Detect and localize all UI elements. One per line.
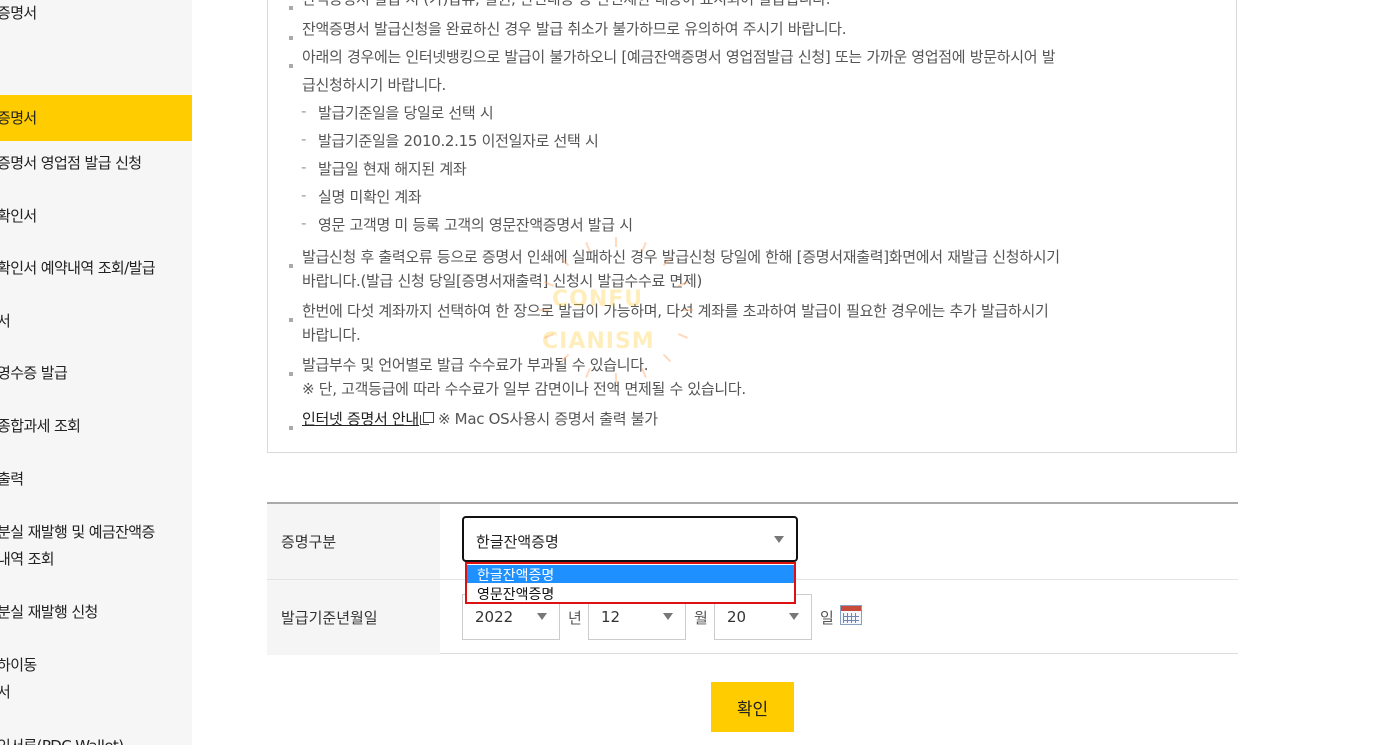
sidebar-item[interactable]: 종합과세 조회 — [0, 413, 192, 440]
bullet-icon — [289, 426, 293, 430]
sidebar-item[interactable]: 인서류(PDC Wallet) — [0, 733, 192, 745]
option-label: 영문잔액증명 — [477, 587, 555, 603]
sidebar-item[interactable]: 하이동서 — [0, 652, 192, 706]
date-header: 발급기준년월일 — [267, 580, 440, 655]
year-unit: 년 — [568, 609, 582, 627]
notice-text: 발급부수 및 언어별로 발급 수수료가 부과될 수 있습니다. — [302, 356, 649, 374]
chevron-down-icon — [789, 613, 799, 620]
notice-text: 잔액증명서 발급 시 (가)압류, 질권, 관련내용 등 관련제한 내용이 표시… — [302, 0, 831, 9]
sidebar-item[interactable]: 증명서 영업점 발급 신청 — [0, 150, 192, 177]
sidebar: 증명서 증명서 증명서 영업점 발급 신청 확인서 확인서 예약내역 조회/발급 서 영수증… — [0, 0, 192, 745]
guide-line: 인터넷 증명서 안내 ※ Mac OS사용시 증명서 출력 불가 — [302, 408, 658, 429]
dash-marker: - — [301, 186, 307, 204]
sidebar-item-label: 출력 — [0, 470, 24, 488]
sidebar-item-label: 서 — [0, 683, 11, 701]
mac-os-note: ※ Mac OS사용시 증명서 출력 불가 — [437, 410, 658, 428]
option-english-balance[interactable]: 영문잔액증명 — [467, 584, 794, 603]
day-value: 20 — [727, 608, 747, 626]
dash-marker: - — [301, 214, 307, 232]
notice-text: 바랍니다.(발급 신청 당일[증명서재출력] 신청시 발급수수료 면제) — [302, 272, 703, 290]
sidebar-item-label: 서 — [0, 312, 11, 330]
sidebar-item-label: 증명서 — [0, 4, 37, 22]
date-label: 발급기준년월일 — [281, 609, 378, 627]
notice-text: 발급기준일을 당일로 선택 시 — [318, 104, 494, 122]
sidebar-item[interactable]: 확인서 예약내역 조회/발급 — [0, 255, 192, 282]
option-label: 한글잔액증명 — [477, 568, 555, 584]
cert-type-select[interactable]: 한글잔액증명 — [462, 516, 798, 562]
calendar-icon[interactable] — [840, 605, 862, 625]
sidebar-item-label: 내역 조회 — [0, 550, 55, 568]
sidebar-item-label: 증명서 — [0, 109, 37, 127]
bullet-icon — [289, 6, 293, 10]
year-value: 2022 — [475, 608, 514, 626]
cert-type-label: 증명구분 — [281, 533, 337, 551]
sidebar-item[interactable]: 분실 재발행 및 예금잔액증내역 조회 — [0, 519, 192, 573]
sidebar-item[interactable]: 분실 재발행 신청 — [0, 599, 192, 626]
bullet-icon — [289, 264, 293, 268]
sidebar-item[interactable]: 증명서 — [0, 95, 192, 141]
sidebar-item-label: 하이동 — [0, 656, 37, 674]
dash-marker: - — [301, 102, 307, 120]
new-window-icon[interactable] — [419, 412, 434, 425]
notice-text: 급신청하시기 바랍니다. — [302, 76, 446, 94]
notice-text: 잔액증명서 발급신청을 완료하신 경우 발급 취소가 불가하므로 유의하여 주시… — [302, 20, 847, 38]
sidebar-item-label: 분실 재발행 및 예금잔액증 — [0, 523, 155, 541]
month-unit: 월 — [694, 609, 708, 627]
option-korean-balance[interactable]: 한글잔액증명 — [467, 565, 794, 584]
cert-type-value: 한글잔액증명 — [476, 533, 559, 551]
notice-text: 실명 미확인 계좌 — [318, 188, 422, 206]
sidebar-item[interactable]: 영수증 발급 — [0, 360, 192, 387]
sidebar-item-label: 영수증 발급 — [0, 364, 68, 382]
notice-text: 영문 고객명 미 등록 고객의 영문잔액증명서 발급 시 — [318, 216, 633, 234]
confirm-button[interactable]: 확인 — [711, 682, 794, 732]
sidebar-item-label: 증명서 영업점 발급 신청 — [0, 154, 142, 172]
notice-text: 발급일 현재 해지된 계좌 — [318, 160, 467, 178]
sidebar-item-label: 확인서 예약내역 조회/발급 — [0, 259, 156, 277]
notice-text: 한번에 다섯 계좌까지 선택하여 한 장으로 발급이 가능하며, 다섯 계좌를 … — [302, 302, 1049, 320]
day-unit: 일 — [820, 609, 834, 627]
bullet-icon — [289, 64, 293, 68]
notice-text: 발급기준일을 2010.2.15 이전일자로 선택 시 — [318, 132, 599, 150]
notice-text: ※ 단, 고객등급에 따라 수수료가 일부 감면이나 전액 면제될 수 있습니다… — [302, 380, 746, 398]
sidebar-item-label: 인서류(PDC Wallet) — [0, 735, 124, 745]
sidebar-item-label: 확인서 — [0, 207, 37, 225]
cert-type-header: 증명구분 — [267, 504, 440, 579]
bullet-icon — [289, 372, 293, 376]
cert-type-dropdown: 한글잔액증명 영문잔액증명 — [465, 562, 796, 604]
chevron-down-icon — [663, 613, 673, 620]
notice-text: 발급신청 후 출력오류 등으로 증명서 인쇄에 실패하신 경우 발급신청 당일에… — [302, 248, 1060, 266]
sidebar-item[interactable]: 서 — [0, 308, 192, 335]
month-value: 12 — [601, 608, 621, 626]
sidebar-item-label: 종합과세 조회 — [0, 417, 81, 435]
notice-box: 인터넷 증명서 안내 ※ Mac OS사용시 증명서 출력 불가 잔액증명서 발급… — [267, 0, 1237, 453]
internet-cert-guide-link[interactable]: 인터넷 증명서 안내 — [302, 410, 419, 428]
sidebar-item[interactable]: 확인서 — [0, 203, 192, 230]
sidebar-item-label: 분실 재발행 신청 — [0, 603, 98, 621]
notice-text: 아래의 경우에는 인터넷뱅킹으로 발급이 불가하오니 [예금잔액증명서 영업점발… — [302, 48, 1056, 66]
chevron-down-icon — [774, 536, 784, 543]
bullet-icon — [289, 318, 293, 322]
notice-text: 바랍니다. — [302, 326, 361, 344]
chevron-down-icon — [537, 613, 547, 620]
bullet-icon — [289, 36, 293, 40]
dash-marker: - — [301, 130, 307, 148]
dash-marker: - — [301, 158, 307, 176]
sidebar-item[interactable]: 증명서 — [0, 0, 192, 27]
sidebar-item[interactable]: 출력 — [0, 466, 192, 493]
